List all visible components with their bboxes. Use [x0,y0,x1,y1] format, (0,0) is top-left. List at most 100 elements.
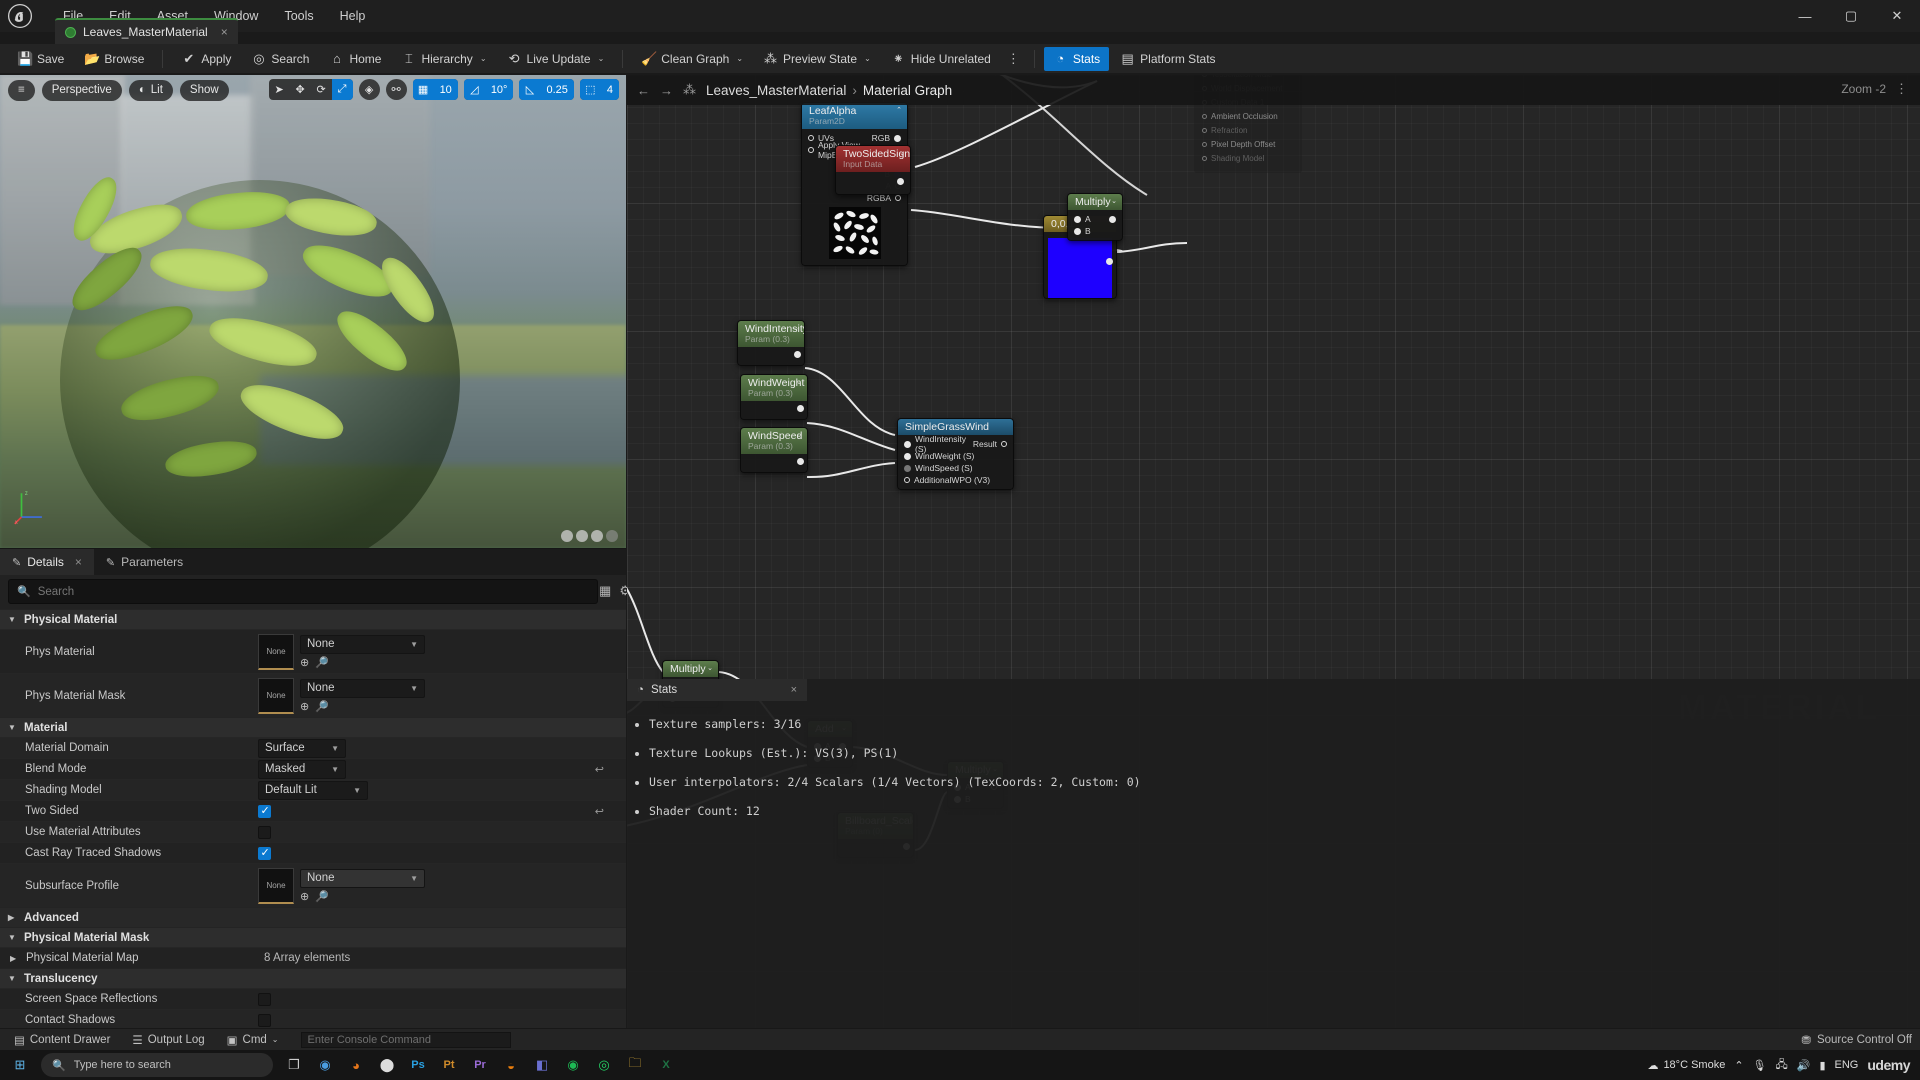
viewport-control-dot[interactable] [606,530,618,542]
weather-widget[interactable]: ☁ 18°C Smoke [1647,1059,1725,1072]
viewport-lit-button[interactable]: ◐ Lit [128,79,173,101]
pin-icon[interactable] [1106,258,1113,265]
section-material[interactable]: ▼ Material [0,717,626,737]
tab-details[interactable]: ✎ Details × [0,549,94,575]
subsurface-profile-combo[interactable]: None ▼ [300,868,425,888]
output-pin-ambient-occlusion[interactable]: Ambient Occlusion [1194,109,1302,123]
content-drawer-button[interactable]: ▤ Content Drawer [6,1031,118,1049]
row-two-sided[interactable]: Two Sided ↩ [0,800,626,821]
chevron-down-icon[interactable]: ⌄ [598,54,605,63]
grid-snap-icon[interactable]: ▦ [412,79,434,100]
volume-icon[interactable]: 🔊 [1797,1059,1811,1072]
output-pin-refraction[interactable]: Refraction [1194,123,1302,137]
use-selected-icon[interactable]: ⊕ [300,656,309,669]
surface-snap-icon[interactable]: ⚯ [385,79,407,100]
microphone-icon[interactable]: 🎙 [1753,1059,1767,1072]
viewport-menu-button[interactable]: ≡ [8,79,35,101]
viewport-control-dot[interactable] [561,530,573,542]
columns-icon[interactable]: ▦ [599,583,611,599]
breadcrumb-root[interactable]: Leaves_MasterMaterial [706,83,846,98]
camera-icon[interactable]: ⬚ [579,79,601,100]
chevron-down-icon[interactable]: ⌄ [864,54,871,63]
whatsapp-icon[interactable]: ◎ [590,1052,618,1078]
row-physical-material-map[interactable]: ▶ Physical Material Map 8 Array elements [0,947,626,968]
node-windweight[interactable]: WindWeight Param (0.3) ⌄ [740,374,808,420]
use-material-attributes-checkbox[interactable] [258,825,271,839]
chevron-down-icon[interactable]: ⌄ [736,54,743,63]
node-header[interactable]: WindSpeed Param (0.3) ⌄ [741,428,807,454]
use-selected-icon[interactable]: ⊕ [300,700,309,713]
save-button[interactable]: 💾 Save [8,47,73,71]
graph-overflow-icon[interactable]: ⋮ [1895,81,1908,97]
hide-unrelated-button[interactable]: ⁕ Hide Unrelated [882,47,1000,71]
screen-space-reflections-checkbox[interactable] [258,992,271,1006]
back-icon[interactable]: ← [637,83,650,98]
asset-thumbnail[interactable]: None [258,867,294,904]
material-graph-canvas[interactable]: Tessellation Multi World Displacement Cu… [627,75,1920,1028]
move-tool-icon[interactable]: ✥ [290,79,311,100]
browse-to-asset-icon[interactable]: 🔎 [315,656,329,669]
tab-parameters[interactable]: ✎ Parameters [94,549,195,575]
network-icon[interactable]: 🖧 [1776,1056,1788,1075]
node-header[interactable]: WindIntensity Param (0.3) ⌄ [738,321,804,347]
revert-icon[interactable]: ↩ [595,763,604,776]
viewport-perspective-button[interactable]: Perspective [41,79,122,101]
taskview-icon[interactable]: ❐ [280,1052,308,1078]
language-indicator[interactable]: ENG [1835,1059,1859,1071]
camera-speed-value[interactable]: 4 [600,79,619,100]
color-swatch[interactable] [1048,238,1112,298]
pin-windspeed[interactable]: WindSpeed (S) [898,462,1013,474]
row-phys-material[interactable]: Phys Material None None ▼ ⊕ 🔎 [0,629,626,673]
row-phys-material-mask[interactable]: Phys Material Mask None None ▼ ⊕ 🔎 [0,673,626,717]
rotate-tool-icon[interactable]: ⟳ [311,79,332,100]
asset-thumbnail[interactable]: None [258,633,294,670]
apply-button[interactable]: ✔ Apply [172,47,240,71]
chrome-icon[interactable]: ◉ [311,1052,339,1078]
row-blend-mode[interactable]: Blend Mode Masked ▼ ↩ [0,758,626,779]
node-twosidedsign[interactable]: TwoSidedSign Input Data ⌄ [835,145,911,195]
stats-panel-tab[interactable]: ◔ Stats × [627,679,807,701]
scale-snap-icon[interactable]: ◺ [519,79,541,100]
material-preview-viewport[interactable]: ≡ Perspective ◐ Lit Show ➤ ✥ ⟳ ⤢ ◈ ⚯ ▦ 1… [0,75,626,548]
viewport-show-button[interactable]: Show [179,79,229,101]
chevron-down-icon[interactable]: ⌄ [480,54,487,63]
row-cast-ray-traced-shadows[interactable]: Cast Ray Traced Shadows [0,842,626,863]
spotify-icon[interactable]: ◉ [559,1052,587,1078]
node-simplegrasswind[interactable]: SimpleGrassWind WindIntensity (S) Result… [897,418,1014,490]
phys-material-combo[interactable]: None ▼ [300,634,425,654]
node-header[interactable]: Multiply ⌄ [1068,194,1122,210]
stats-toggle-button[interactable]: ◔ Stats [1043,46,1110,71]
asset-thumbnail[interactable]: None [258,677,294,714]
row-use-material-attributes[interactable]: Use Material Attributes [0,821,626,842]
blend-mode-combo[interactable]: Masked ▼ [258,759,346,779]
collapse-icon[interactable]: ⌄ [707,664,713,672]
browse-to-asset-icon[interactable]: 🔎 [315,700,329,713]
blender-icon[interactable]: ◒ [497,1052,525,1078]
viewport-control-dot[interactable] [591,530,603,542]
world-space-icon[interactable]: ◈ [358,79,380,100]
pin-windintensity[interactable]: WindIntensity (S) Result [898,434,1013,454]
scale-tool-icon[interactable]: ⤢ [331,79,353,100]
node-multiply-1[interactable]: Multiply ⌄ A B [1067,193,1123,241]
node-windintensity[interactable]: WindIntensity Param (0.3) ⌄ [737,320,805,366]
source-control-status[interactable]: ⛃ Source Control Off [1801,1033,1912,1047]
revert-icon[interactable]: ↩ [595,805,604,818]
material-domain-combo[interactable]: Surface ▼ [258,738,346,758]
live-update-button[interactable]: ⟲ Live Update ⌄ [498,47,614,71]
premiere-icon[interactable]: Pr [466,1052,494,1078]
home-button[interactable]: ⌂ Home [320,47,390,71]
row-shading-model[interactable]: Shading Model Default Lit ▼ [0,779,626,800]
use-selected-icon[interactable]: ⊕ [300,890,309,903]
scale-snap-value[interactable]: 0.25 [540,79,574,100]
shading-model-combo[interactable]: Default Lit ▼ [258,780,368,800]
start-icon[interactable]: ⊞ [6,1052,34,1078]
angle-snap-icon[interactable]: ◿ [463,79,485,100]
phys-material-mask-combo[interactable]: None ▼ [300,678,425,698]
section-translucency[interactable]: ▼ Translucency [0,968,626,988]
row-screen-space-reflections[interactable]: Screen Space Reflections [0,988,626,1009]
chevron-right-icon[interactable]: ▶ [10,954,19,963]
viewport-control-dot[interactable] [576,530,588,542]
output-log-button[interactable]: ☰ Output Log [124,1031,212,1049]
select-tool-icon[interactable]: ➤ [269,79,290,100]
preview-state-button[interactable]: ⁂ Preview State ⌄ [754,47,880,71]
